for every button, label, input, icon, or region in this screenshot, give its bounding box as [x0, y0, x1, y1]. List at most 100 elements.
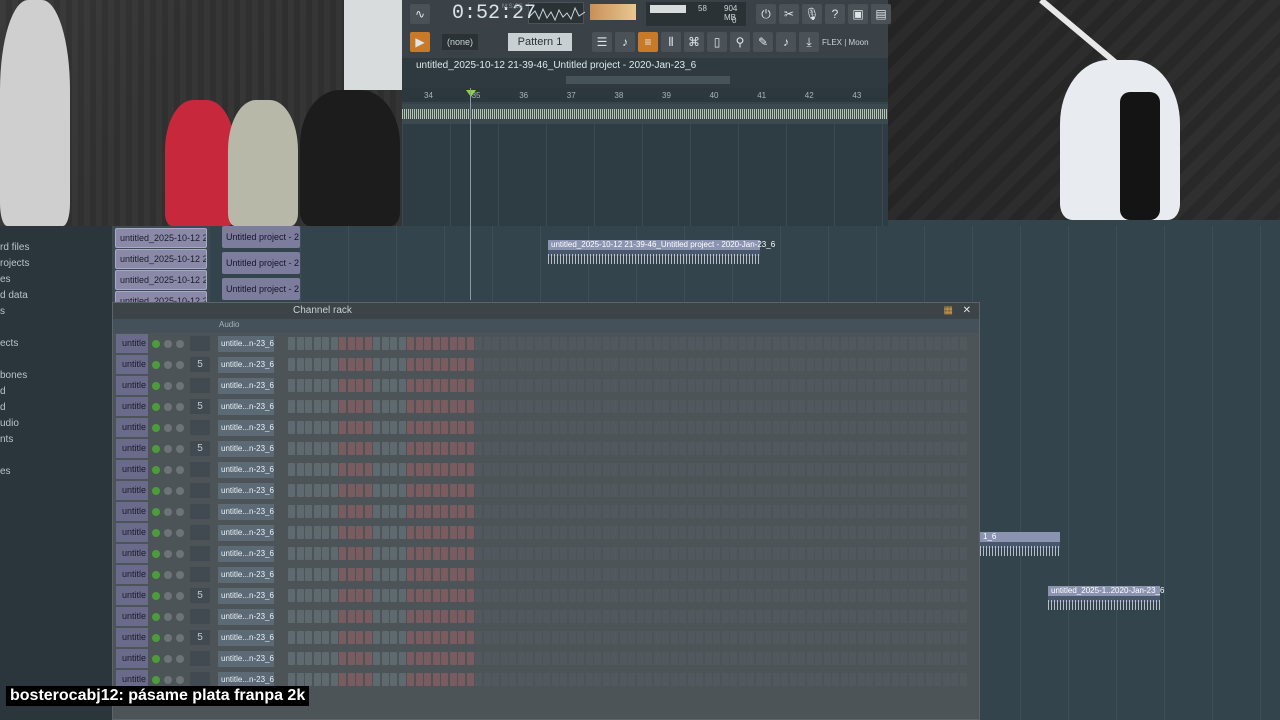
- step-button[interactable]: [543, 526, 550, 539]
- step-button[interactable]: [857, 379, 865, 392]
- step-button[interactable]: [288, 631, 295, 644]
- step-button[interactable]: [772, 463, 780, 476]
- step-button[interactable]: [568, 358, 576, 371]
- step-button[interactable]: [721, 463, 729, 476]
- step-button[interactable]: [891, 463, 899, 476]
- step-button[interactable]: [475, 421, 482, 434]
- step-button[interactable]: [441, 547, 448, 560]
- step-button[interactable]: [942, 484, 950, 497]
- step-button[interactable]: [526, 442, 533, 455]
- step-button[interactable]: [883, 505, 890, 518]
- step-button[interactable]: [458, 463, 465, 476]
- step-button[interactable]: [449, 463, 457, 476]
- step-button[interactable]: [602, 610, 610, 623]
- step-button[interactable]: [755, 589, 763, 602]
- step-button[interactable]: [398, 421, 406, 434]
- step-button[interactable]: [415, 589, 423, 602]
- step-button[interactable]: [781, 610, 788, 623]
- browser-item[interactable]: s: [0, 304, 112, 320]
- step-button[interactable]: [551, 631, 559, 644]
- step-button[interactable]: [628, 505, 635, 518]
- step-button[interactable]: [466, 337, 474, 350]
- step-button[interactable]: [755, 358, 763, 371]
- step-button[interactable]: [917, 631, 924, 644]
- step-button[interactable]: [628, 379, 635, 392]
- channel-filter[interactable]: Audio: [219, 320, 239, 329]
- step-button[interactable]: [925, 463, 933, 476]
- step-button[interactable]: [381, 589, 389, 602]
- volume-knob-icon[interactable]: [176, 612, 184, 621]
- step-button[interactable]: [500, 505, 508, 518]
- step-button[interactable]: [959, 358, 967, 371]
- step-button[interactable]: [772, 442, 780, 455]
- step-button[interactable]: [602, 652, 610, 665]
- step-button[interactable]: [356, 505, 363, 518]
- step-button[interactable]: [653, 442, 661, 455]
- step-button[interactable]: [713, 568, 720, 581]
- mixer-track-number[interactable]: [190, 504, 210, 519]
- step-button[interactable]: [466, 631, 474, 644]
- step-button[interactable]: [568, 379, 576, 392]
- step-button[interactable]: [959, 421, 967, 434]
- step-button[interactable]: [432, 631, 440, 644]
- step-button[interactable]: [636, 337, 644, 350]
- step-button[interactable]: [551, 421, 559, 434]
- step-button[interactable]: [500, 400, 508, 413]
- step-button[interactable]: [764, 505, 771, 518]
- step-button[interactable]: [696, 526, 703, 539]
- step-button[interactable]: [296, 442, 304, 455]
- step-button[interactable]: [806, 631, 814, 644]
- step-button[interactable]: [441, 379, 448, 392]
- step-button[interactable]: [857, 610, 865, 623]
- browser-item[interactable]: d data: [0, 288, 112, 304]
- step-button[interactable]: [415, 400, 423, 413]
- step-button[interactable]: [908, 463, 916, 476]
- step-button[interactable]: [347, 631, 355, 644]
- step-button[interactable]: [900, 631, 907, 644]
- step-button[interactable]: [466, 421, 474, 434]
- volume-knob-icon[interactable]: [176, 675, 184, 684]
- step-button[interactable]: [432, 652, 440, 665]
- step-button[interactable]: [755, 379, 763, 392]
- track-header[interactable]: untitled_2025-10-12 21-..: [115, 249, 207, 269]
- step-button[interactable]: [458, 421, 465, 434]
- mixer-track-number[interactable]: 5: [190, 630, 210, 645]
- step-button[interactable]: [934, 337, 941, 350]
- step-button[interactable]: [840, 379, 848, 392]
- step-button[interactable]: [560, 526, 567, 539]
- browser-item[interactable]: es: [0, 464, 112, 480]
- step-button[interactable]: [645, 421, 652, 434]
- step-button[interactable]: [313, 673, 321, 686]
- step-button[interactable]: [381, 526, 389, 539]
- step-button[interactable]: [364, 526, 372, 539]
- step-button[interactable]: [585, 526, 593, 539]
- step-button[interactable]: [492, 421, 499, 434]
- step-button[interactable]: [594, 442, 601, 455]
- step-button[interactable]: [645, 568, 652, 581]
- step-button[interactable]: [492, 526, 499, 539]
- step-button[interactable]: [390, 673, 397, 686]
- step-button[interactable]: [713, 337, 720, 350]
- step-button[interactable]: [891, 400, 899, 413]
- step-button[interactable]: [866, 463, 873, 476]
- step-button[interactable]: [747, 610, 754, 623]
- step-button[interactable]: [806, 337, 814, 350]
- step-button[interactable]: [789, 442, 797, 455]
- step-button[interactable]: [823, 547, 831, 560]
- step-button[interactable]: [373, 337, 380, 350]
- step-button[interactable]: [866, 337, 873, 350]
- step-button[interactable]: [305, 526, 312, 539]
- step-button[interactable]: [296, 463, 304, 476]
- browser-item[interactable]: bones: [0, 368, 112, 384]
- step-button[interactable]: [407, 358, 414, 371]
- step-button[interactable]: [857, 547, 865, 560]
- step-button[interactable]: [509, 652, 516, 665]
- step-button[interactable]: [704, 673, 712, 686]
- step-button[interactable]: [517, 337, 525, 350]
- step-button[interactable]: [628, 442, 635, 455]
- step-button[interactable]: [934, 505, 941, 518]
- browser-icon[interactable]: ⌘: [684, 32, 704, 52]
- step-button[interactable]: [925, 442, 933, 455]
- step-button[interactable]: [679, 484, 686, 497]
- step-button[interactable]: [662, 673, 669, 686]
